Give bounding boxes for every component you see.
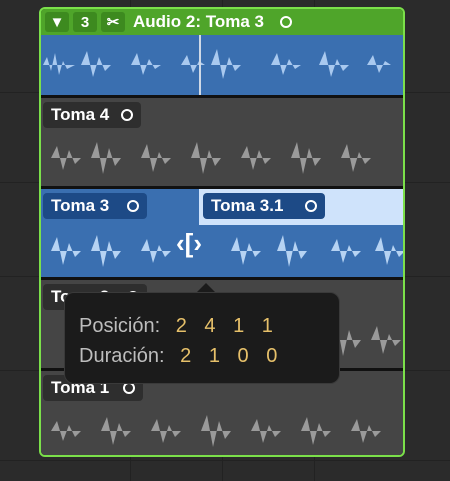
take-folder-title: Audio 2: Toma 3 xyxy=(133,12,264,31)
comp-waveform-svg xyxy=(43,35,391,95)
position-tooltip: Posición: 2 4 1 1 Duración: 2 1 0 0 xyxy=(64,292,340,384)
take-waveform xyxy=(51,142,371,174)
comp-waveform[interactable] xyxy=(41,35,403,95)
position-row: Posición: 2 4 1 1 xyxy=(79,315,279,338)
circle-indicator-icon[interactable] xyxy=(305,200,318,212)
duration-row: Duración: 2 1 0 0 xyxy=(79,345,283,368)
take-waveform xyxy=(51,415,381,447)
take-name-toma-3[interactable]: Toma 3 xyxy=(43,193,148,219)
take-label: Toma 3.1 xyxy=(211,196,284,215)
take-folder-header[interactable]: ▼ 3 ✂ Audio 2: Toma 3 xyxy=(41,9,403,35)
take-name-toma-3-1[interactable]: Toma 3.1 xyxy=(203,193,326,219)
take-label: Toma 3 xyxy=(51,196,110,215)
position-label: Posición: xyxy=(79,315,161,337)
duration-label: Duración: xyxy=(79,345,165,367)
duration-value: 2 1 0 0 xyxy=(180,345,284,367)
take-count-badge[interactable]: 3 xyxy=(73,12,97,32)
take-label: Toma 4 xyxy=(51,105,110,124)
position-value: 2 4 1 1 xyxy=(175,315,279,337)
take-lane-toma-4[interactable]: Toma 4 xyxy=(41,98,403,186)
circle-indicator-icon[interactable] xyxy=(121,109,134,121)
circle-indicator-icon[interactable] xyxy=(127,200,140,212)
circle-indicator-icon[interactable] xyxy=(279,16,292,28)
resize-cursor-icon: ‹[› xyxy=(176,228,202,258)
take-name-toma-4[interactable]: Toma 4 xyxy=(43,102,142,128)
take-lane-toma-3[interactable]: Toma 3 Toma 3.1 xyxy=(41,189,403,277)
take-waveform xyxy=(51,235,403,267)
take-folder[interactable]: ▼ 3 ✂ Audio 2: Toma 3 Toma 4 Toma 3 Toma… xyxy=(39,7,405,457)
collapse-triangle-icon[interactable]: ▼ xyxy=(45,12,69,32)
scissors-icon[interactable]: ✂ xyxy=(101,12,125,32)
